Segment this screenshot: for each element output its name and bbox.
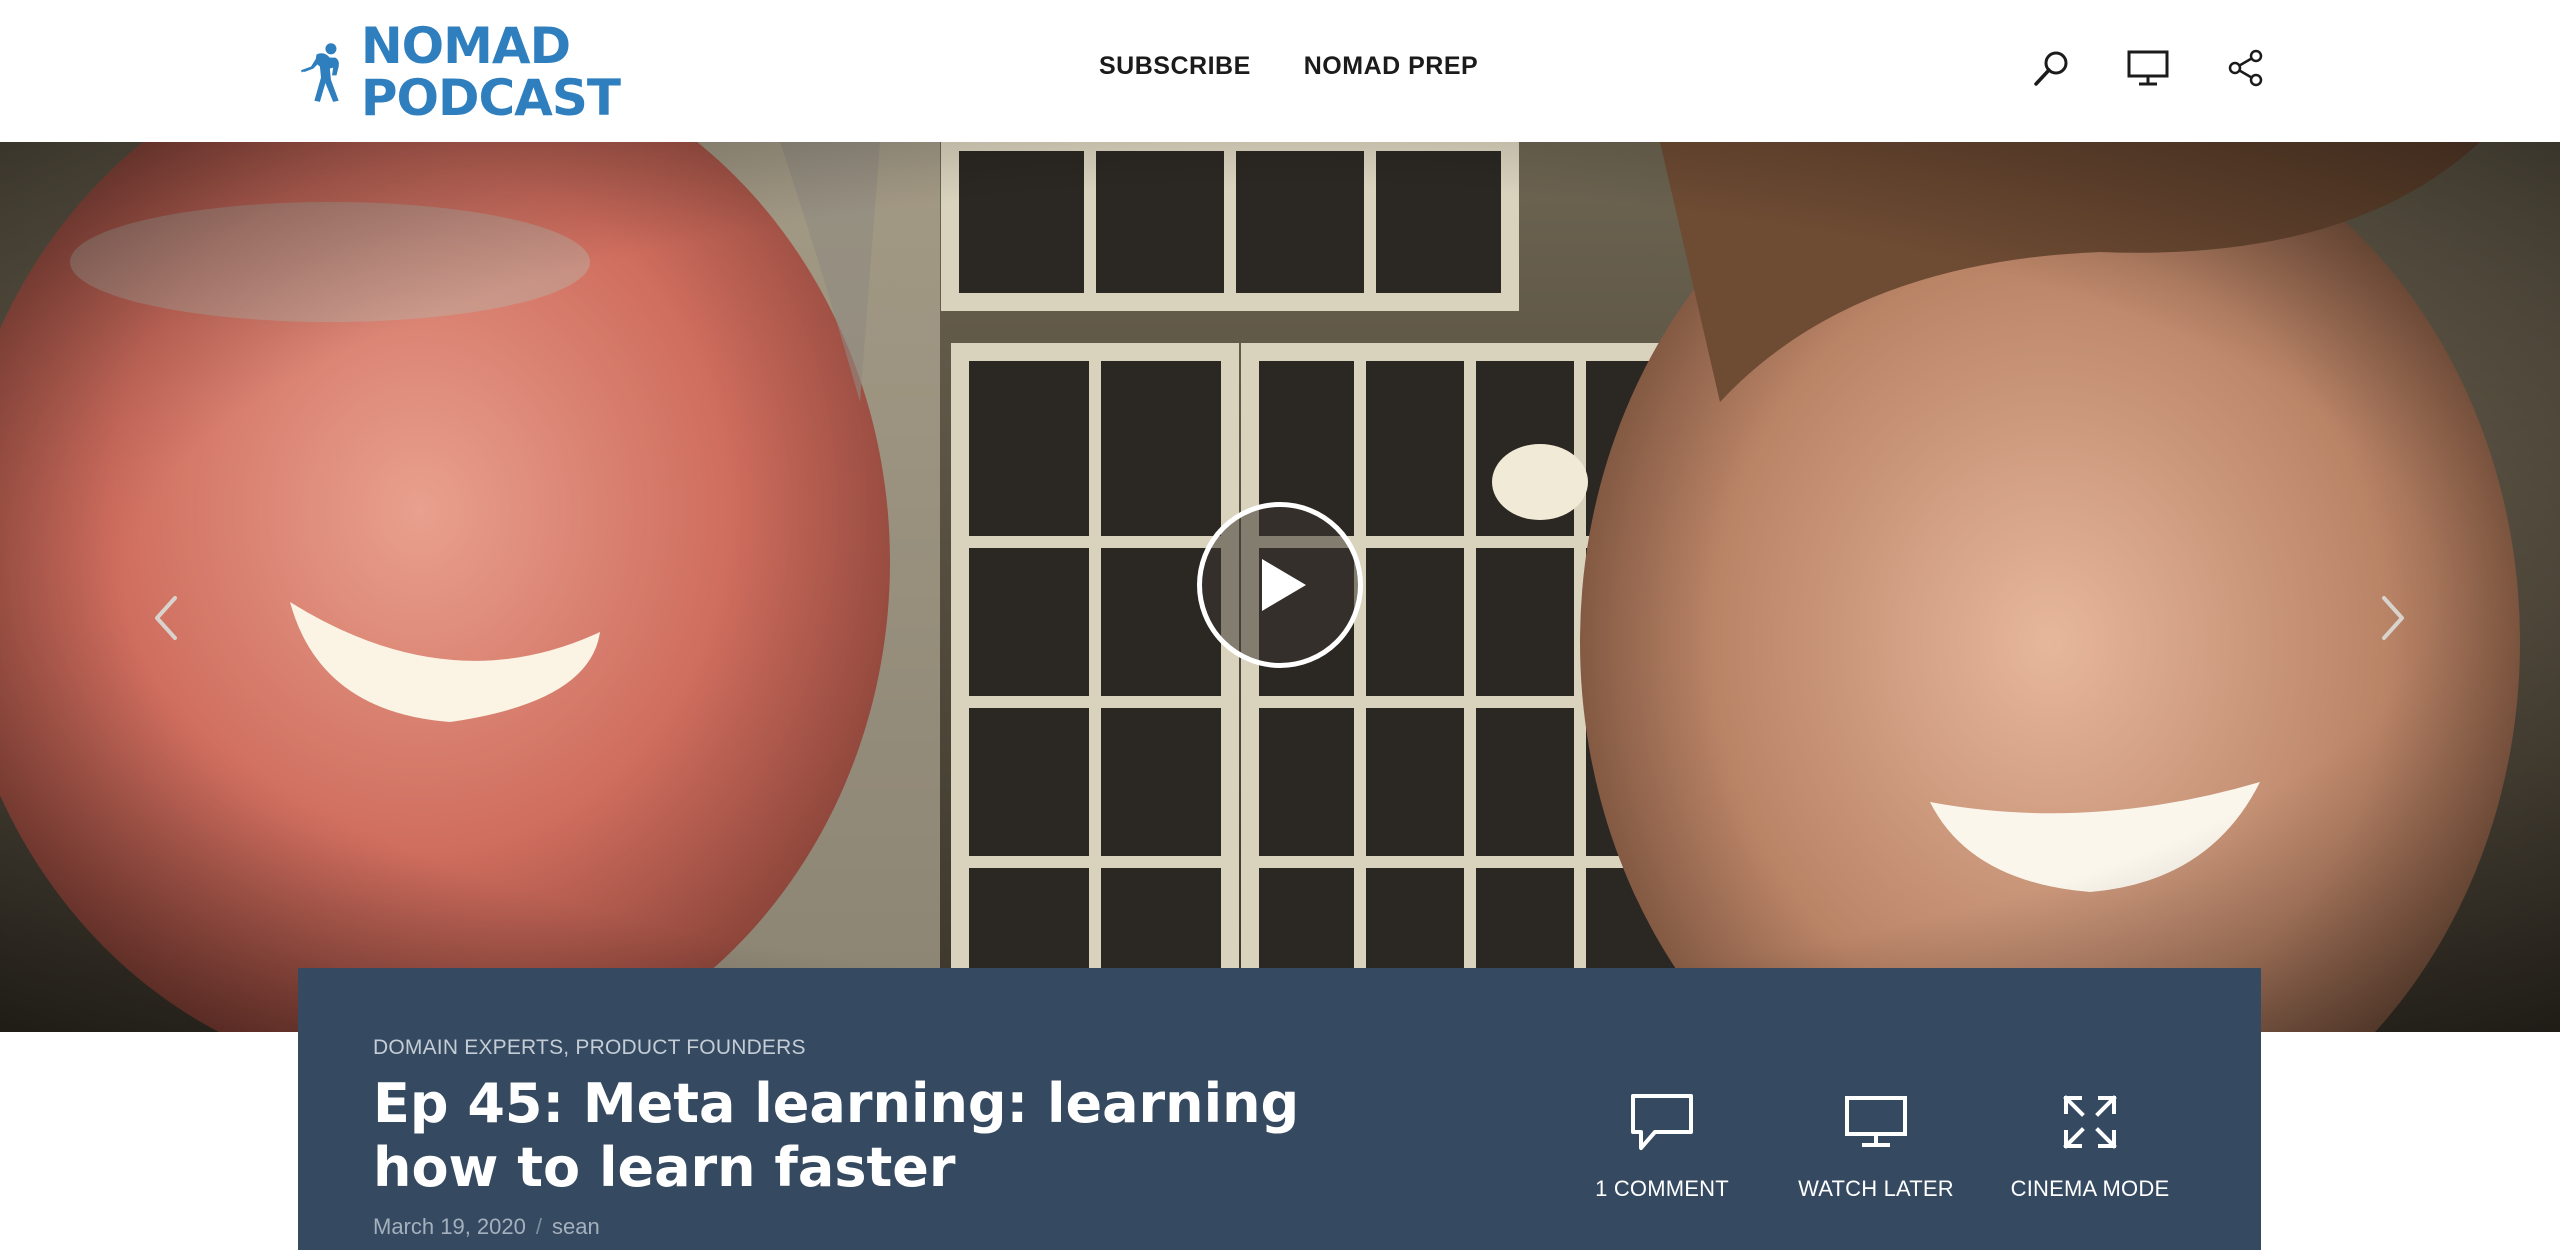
episode-author[interactable]: sean [552, 1214, 600, 1239]
site-logo[interactable]: NOMAD PODCAST [300, 14, 621, 130]
logo-text: NOMAD PODCAST [360, 17, 621, 127]
watch-later-button[interactable]: WATCH LATER [1766, 1086, 1986, 1202]
category-list: DOMAIN EXPERTS, PRODUCT FOUNDERS [373, 1036, 806, 1060]
category-separator: , [563, 1036, 570, 1059]
monitor-icon [1766, 1086, 1986, 1158]
main-nav: SUBSCRIBE NOMAD PREP [1099, 52, 1478, 81]
site-header: NOMAD PODCAST SUBSCRIBE NOMAD PREP [0, 0, 2560, 142]
meta-separator: / [535, 1214, 542, 1239]
logo-line-1: NOMAD [360, 17, 571, 75]
hero-video[interactable] [0, 142, 2560, 1032]
cinema-mode-label: CINEMA MODE [2010, 1176, 2170, 1201]
nav-nomad-prep[interactable]: NOMAD PREP [1304, 52, 1478, 81]
hiker-logo-icon [300, 43, 339, 102]
comment-label: 1 COMMENT [1595, 1176, 1729, 1201]
logo-line-2: PODCAST [360, 69, 621, 127]
comment-icon [1552, 1086, 1772, 1158]
play-button[interactable] [1197, 502, 1363, 668]
episode-meta: March 19, 2020 / sean [373, 1214, 600, 1240]
comment-button[interactable]: 1 COMMENT [1552, 1086, 1772, 1202]
chevron-left-icon[interactable] [146, 588, 186, 648]
category-product-founders[interactable]: PRODUCT FOUNDERS [575, 1036, 805, 1059]
chevron-right-icon[interactable] [2373, 588, 2413, 648]
search-icon[interactable] [2030, 46, 2074, 90]
nav-subscribe[interactable]: SUBSCRIBE [1099, 52, 1251, 81]
cinema-mode-button[interactable]: CINEMA MODE [1980, 1086, 2200, 1202]
watch-later-label: WATCH LATER [1798, 1176, 1954, 1201]
category-domain-experts[interactable]: DOMAIN EXPERTS [373, 1036, 563, 1059]
episode-title: Ep 45: Meta learning: learning how to le… [373, 1072, 1300, 1199]
episode-info-panel: DOMAIN EXPERTS, PRODUCT FOUNDERS Ep 45: … [298, 968, 2261, 1250]
play-icon [1262, 559, 1306, 611]
monitor-icon[interactable] [2126, 46, 2170, 90]
expand-icon [1980, 1086, 2200, 1158]
episode-date: March 19, 2020 [373, 1214, 526, 1239]
share-icon[interactable] [2224, 46, 2268, 90]
